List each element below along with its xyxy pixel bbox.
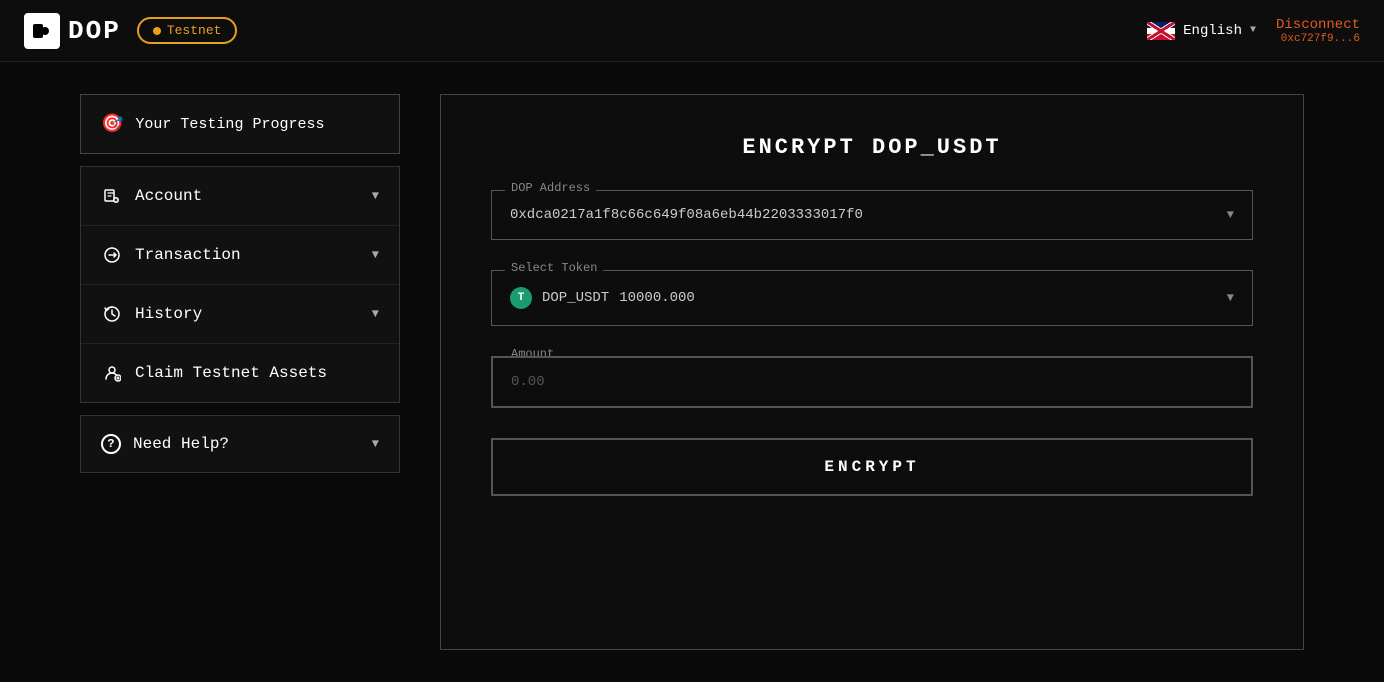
encrypt-button[interactable]: ENCRYPT xyxy=(491,438,1253,496)
language-selector[interactable]: English ▼ xyxy=(1147,22,1256,40)
token-select-group: Select Token T DOP_USDT 10000.000 ▼ xyxy=(491,270,1253,326)
sidebar-item-progress[interactable]: 🎯 Your Testing Progress xyxy=(80,94,400,154)
claim-label: Claim Testnet Assets xyxy=(135,364,327,382)
account-label: Account xyxy=(135,187,202,205)
sidebar-item-transaction[interactable]: Transaction ▼ xyxy=(81,226,399,285)
encrypt-panel: ENCRYPT DOP_USDT DOP Address 0xdca0217a1… xyxy=(440,94,1304,650)
app-header: DOP Testnet English ▼ Disconnect 0xc727f… xyxy=(0,0,1384,62)
testnet-badge[interactable]: Testnet xyxy=(137,17,238,44)
dop-address-value: 0xdca0217a1f8c66c649f08a6eb44b2203333017… xyxy=(510,207,863,223)
disconnect-label: Disconnect xyxy=(1276,17,1360,33)
sidebar-item-history-left: History xyxy=(101,303,202,325)
token-chevron-icon: ▼ xyxy=(1227,291,1234,305)
transaction-chevron-icon: ▼ xyxy=(372,248,379,262)
testnet-label: Testnet xyxy=(167,23,222,38)
token-symbol: T xyxy=(518,292,525,304)
transaction-icon xyxy=(101,244,123,266)
sidebar-item-help-left: ? Need Help? xyxy=(101,434,229,454)
help-chevron-icon: ▼ xyxy=(372,437,379,451)
account-chevron-icon: ▼ xyxy=(372,189,379,203)
token-selector[interactable]: T DOP_USDT 10000.000 ▼ xyxy=(491,270,1253,326)
progress-icon: 🎯 xyxy=(101,113,123,135)
encrypt-title: ENCRYPT DOP_USDT xyxy=(491,135,1253,160)
sidebar-item-claim[interactable]: Claim Testnet Assets xyxy=(81,344,399,402)
logo-icon xyxy=(24,13,60,49)
disconnect-button[interactable]: Disconnect 0xc727f9...6 xyxy=(1276,17,1360,45)
sidebar: 🎯 Your Testing Progress Account xyxy=(80,94,400,650)
token-name: DOP_USDT xyxy=(542,290,609,306)
header-left: DOP Testnet xyxy=(24,13,237,49)
sidebar-item-history[interactable]: History ▼ xyxy=(81,285,399,344)
logo: DOP xyxy=(24,13,121,49)
token-select-left: T DOP_USDT 10000.000 xyxy=(510,287,695,309)
dop-address-group: DOP Address 0xdca0217a1f8c66c649f08a6eb4… xyxy=(491,190,1253,240)
header-right: English ▼ Disconnect 0xc727f9...6 xyxy=(1147,17,1360,45)
dop-address-selector[interactable]: 0xdca0217a1f8c66c649f08a6eb44b2203333017… xyxy=(491,190,1253,240)
help-label: Need Help? xyxy=(133,435,229,453)
wallet-address: 0xc727f9...6 xyxy=(1276,33,1360,45)
history-label: History xyxy=(135,305,202,323)
main-layout: 🎯 Your Testing Progress Account xyxy=(0,62,1384,682)
sidebar-item-account-left: Account xyxy=(101,185,202,207)
testnet-dot xyxy=(153,27,161,35)
amount-input[interactable] xyxy=(492,357,1252,407)
token-amount: 10000.000 xyxy=(619,290,695,306)
sidebar-item-help[interactable]: ? Need Help? ▼ xyxy=(81,416,399,472)
history-chevron-icon: ▼ xyxy=(372,307,379,321)
select-token-label: Select Token xyxy=(505,261,603,275)
logo-text: DOP xyxy=(68,16,121,46)
help-icon: ? xyxy=(101,434,121,454)
sidebar-nav: Account ▼ Transaction ▼ xyxy=(80,166,400,403)
sidebar-help-section: ? Need Help? ▼ xyxy=(80,415,400,473)
sidebar-item-claim-left: Claim Testnet Assets xyxy=(101,362,327,384)
amount-group: Amount xyxy=(491,356,1253,408)
sidebar-item-account[interactable]: Account ▼ xyxy=(81,167,399,226)
language-label: English xyxy=(1183,23,1242,39)
claim-icon xyxy=(101,362,123,384)
sidebar-item-transaction-left: Transaction xyxy=(101,244,241,266)
dop-address-label: DOP Address xyxy=(505,181,596,195)
uk-flag-icon xyxy=(1147,22,1175,40)
progress-label: Your Testing Progress xyxy=(135,116,324,133)
account-icon xyxy=(101,185,123,207)
token-icon: T xyxy=(510,287,532,309)
chevron-down-icon: ▼ xyxy=(1250,25,1256,36)
dop-address-chevron-icon: ▼ xyxy=(1227,208,1234,222)
history-icon xyxy=(101,303,123,325)
transaction-label: Transaction xyxy=(135,246,241,264)
